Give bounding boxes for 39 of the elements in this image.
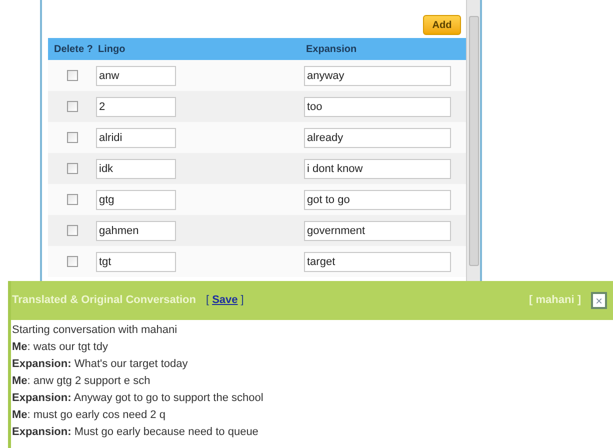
add-button[interactable]: Add xyxy=(423,15,461,35)
column-header: Delete ? xyxy=(53,42,94,56)
delete-checkbox[interactable] xyxy=(66,70,78,81)
expansion-field[interactable]: target xyxy=(304,252,451,272)
delete-checkbox[interactable] xyxy=(66,132,78,143)
conversation-line: Starting conversation with mahani xyxy=(12,323,178,338)
delete-checkbox[interactable] xyxy=(66,225,78,236)
expansion-field[interactable]: got to go xyxy=(304,190,451,210)
lingo-field[interactable]: gahmen xyxy=(96,220,176,240)
lingo-field[interactable]: idk xyxy=(96,158,176,178)
conversation-line: Me: anw gtg 2 support e sch xyxy=(12,374,150,389)
conversation-line: Me: must go early cos need 2 q xyxy=(12,408,166,423)
expansion-field[interactable]: i dont know xyxy=(304,158,451,178)
user-label: [ mahani ] xyxy=(529,293,581,308)
lingo-field[interactable]: anw xyxy=(96,66,176,86)
save-link[interactable]: Save xyxy=(212,292,238,309)
expansion-field[interactable]: government xyxy=(304,220,451,240)
expansion-field[interactable]: too xyxy=(304,96,451,116)
delete-checkbox[interactable] xyxy=(66,101,78,112)
delete-checkbox[interactable] xyxy=(66,194,78,205)
conversation-line: Expansion: What's our target today xyxy=(12,357,188,372)
expansion-field[interactable]: already xyxy=(304,128,451,148)
scrollbar[interactable] xyxy=(466,0,480,281)
lingo-field[interactable]: gtg xyxy=(96,190,176,210)
column-header: Expansion xyxy=(305,42,357,56)
delete-checkbox[interactable] xyxy=(66,163,78,174)
column-header: Lingo xyxy=(97,42,126,56)
conversation-title: Translated & Original Conversation xyxy=(12,293,196,308)
bracket: [ xyxy=(206,293,210,308)
scrollbar-thumb[interactable] xyxy=(468,16,478,266)
lingo-field[interactable]: alridi xyxy=(96,128,176,148)
conversation-line: Me: wats our tgt tdy xyxy=(12,340,108,355)
bracket: ] xyxy=(240,293,244,308)
lingo-field[interactable]: 2 xyxy=(96,96,176,116)
delete-checkbox[interactable] xyxy=(66,256,78,267)
conversation-line: Expansion: Anyway got to go to support the school xyxy=(12,391,264,406)
expansion-field[interactable]: anyway xyxy=(304,66,451,86)
lingo-field[interactable]: tgt xyxy=(96,252,176,272)
conversation-line: Expansion: Must go early because need to queue xyxy=(12,425,258,440)
